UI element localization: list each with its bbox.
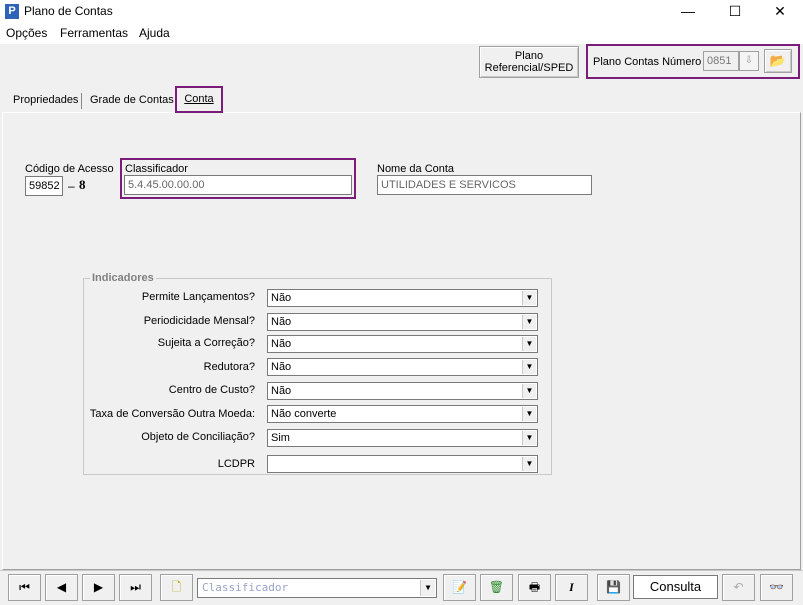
ref-button-line1: Plano	[514, 50, 544, 62]
edit-record-button[interactable]: 📝	[443, 574, 476, 601]
menu-opcoes[interactable]: Opções	[6, 26, 47, 40]
first-record-button[interactable]: ⏮	[8, 574, 41, 601]
skip-first-icon: ⏮	[19, 580, 30, 594]
redutora-select[interactable]: Não ▼	[267, 358, 538, 376]
tab-separator	[81, 93, 82, 109]
sujeita-correcao-select[interactable]: Não ▼	[267, 335, 538, 353]
row-label: LCDPR	[217, 458, 255, 470]
delete-record-button[interactable]: 🗑	[480, 574, 513, 601]
search-field-select[interactable]: Classificador ▼	[197, 578, 437, 598]
download-icon[interactable]: ⇩	[739, 51, 759, 71]
maximize-button[interactable]: ☐	[712, 0, 758, 24]
edit-document-icon: 📝	[452, 580, 467, 594]
last-record-button[interactable]: ⏭	[119, 574, 152, 601]
print-button[interactable]: 🖶	[518, 574, 551, 601]
periodicidade-mensal-select[interactable]: Não ▼	[267, 313, 538, 331]
undo-icon: ↶	[733, 580, 744, 594]
undo-button[interactable]: ↶	[722, 574, 755, 601]
nome-conta-label: Nome da Conta	[377, 163, 455, 175]
objeto-conciliacao-select[interactable]: Sim ▼	[267, 429, 538, 447]
classificador-field[interactable]: 5.4.45.00.00.00	[124, 175, 352, 195]
tab-grade-de-contas[interactable]: Grade de Contas	[86, 91, 178, 111]
tab-conta[interactable]: Conta	[175, 86, 223, 113]
row-label: Periodicidade Mensal?	[143, 315, 255, 327]
tab-conta-label: Conta	[184, 93, 214, 105]
ref-button-line2: Referencial/SPED	[484, 62, 574, 74]
row-label: Sujeita a Correção?	[157, 337, 255, 349]
tab-propriedades[interactable]: Propriedades	[9, 91, 82, 111]
app-icon: P	[5, 4, 19, 19]
new-document-icon: 🗋	[171, 580, 182, 594]
codigo-acesso-label: Código de Acesso	[25, 163, 114, 175]
prev-record-button[interactable]: ◀	[45, 574, 78, 601]
row-label: Redutora?	[203, 361, 255, 373]
centro-custo-select[interactable]: Não ▼	[267, 382, 538, 400]
lcdpr-select[interactable]: ▼	[267, 455, 538, 473]
plano-contas-label: Plano Contas Número	[593, 56, 702, 68]
dropdown-arrow-icon[interactable]: ▼	[522, 315, 536, 329]
nome-conta-field[interactable]: UTILIDADES E SERVICOS	[377, 175, 592, 195]
select-value: Não	[271, 292, 292, 304]
row-label: Objeto de Conciliação?	[141, 431, 255, 443]
select-value: Não	[271, 338, 292, 350]
taxa-conversao-select[interactable]: Não converte ▼	[267, 405, 538, 423]
menu-ajuda[interactable]: Ajuda	[139, 26, 170, 40]
dropdown-arrow-icon[interactable]: ▼	[522, 291, 536, 305]
prev-icon: ◀	[56, 580, 67, 594]
select-value: Não	[271, 385, 292, 397]
window-title: Plano de Contas	[24, 4, 113, 18]
plano-referencial-button[interactable]: Plano Referencial/SPED	[479, 46, 579, 78]
folder-open-icon: 📂	[769, 53, 787, 68]
next-record-button[interactable]: ▶	[82, 574, 115, 601]
dropdown-arrow-icon[interactable]: ▼	[522, 337, 536, 351]
save-button[interactable]: 💾	[597, 574, 630, 601]
minimize-button[interactable]: —	[665, 0, 711, 24]
codigo-acesso-field[interactable]: 59852	[25, 176, 63, 196]
status-mode: Consulta	[633, 575, 718, 599]
italic-button[interactable]: I	[555, 574, 588, 601]
menu-ferramentas[interactable]: Ferramentas	[60, 26, 128, 40]
new-record-button[interactable]: 🗋	[160, 574, 193, 601]
select-value: Não	[271, 316, 292, 328]
codigo-dash: –	[68, 179, 75, 193]
classificador-label: Classificador	[125, 163, 188, 175]
dropdown-arrow-icon[interactable]: ▼	[522, 360, 536, 374]
row-label: Taxa de Conversão Outra Moeda:	[89, 408, 255, 420]
dropdown-arrow-icon[interactable]: ▼	[522, 431, 536, 445]
dropdown-arrow-icon[interactable]: ▼	[522, 407, 536, 421]
plano-contas-field[interactable]: 0851	[703, 51, 739, 71]
dropdown-arrow-icon[interactable]: ▼	[522, 457, 536, 471]
dropdown-arrow-icon[interactable]: ▼	[522, 384, 536, 398]
find-button[interactable]: 👓	[760, 574, 793, 601]
skip-last-icon: ⏭	[130, 580, 141, 594]
indicadores-title: Indicadores	[90, 272, 156, 284]
row-label: Centro de Custo?	[168, 384, 255, 396]
save-disk-icon: 💾	[606, 580, 621, 594]
trash-icon: 🗑	[488, 580, 505, 594]
select-value: Sim	[271, 432, 290, 444]
row-label: Permite Lançamentos?	[141, 291, 255, 303]
printer-icon: 🖶	[528, 580, 541, 594]
codigo-check-digit: 8	[79, 177, 86, 192]
close-button[interactable]: ✕	[757, 0, 803, 24]
search-placeholder: Classificador	[202, 581, 289, 594]
next-icon: ▶	[93, 580, 104, 594]
binoculars-icon: 👓	[769, 580, 784, 594]
dropdown-arrow-icon[interactable]: ▼	[420, 580, 435, 596]
permite-lancamentos-select[interactable]: Não ▼	[267, 289, 538, 307]
select-value: Não	[271, 361, 292, 373]
select-value: Não converte	[271, 408, 337, 420]
italic-icon: I	[569, 580, 574, 594]
open-folder-button[interactable]: 📂	[764, 49, 792, 73]
